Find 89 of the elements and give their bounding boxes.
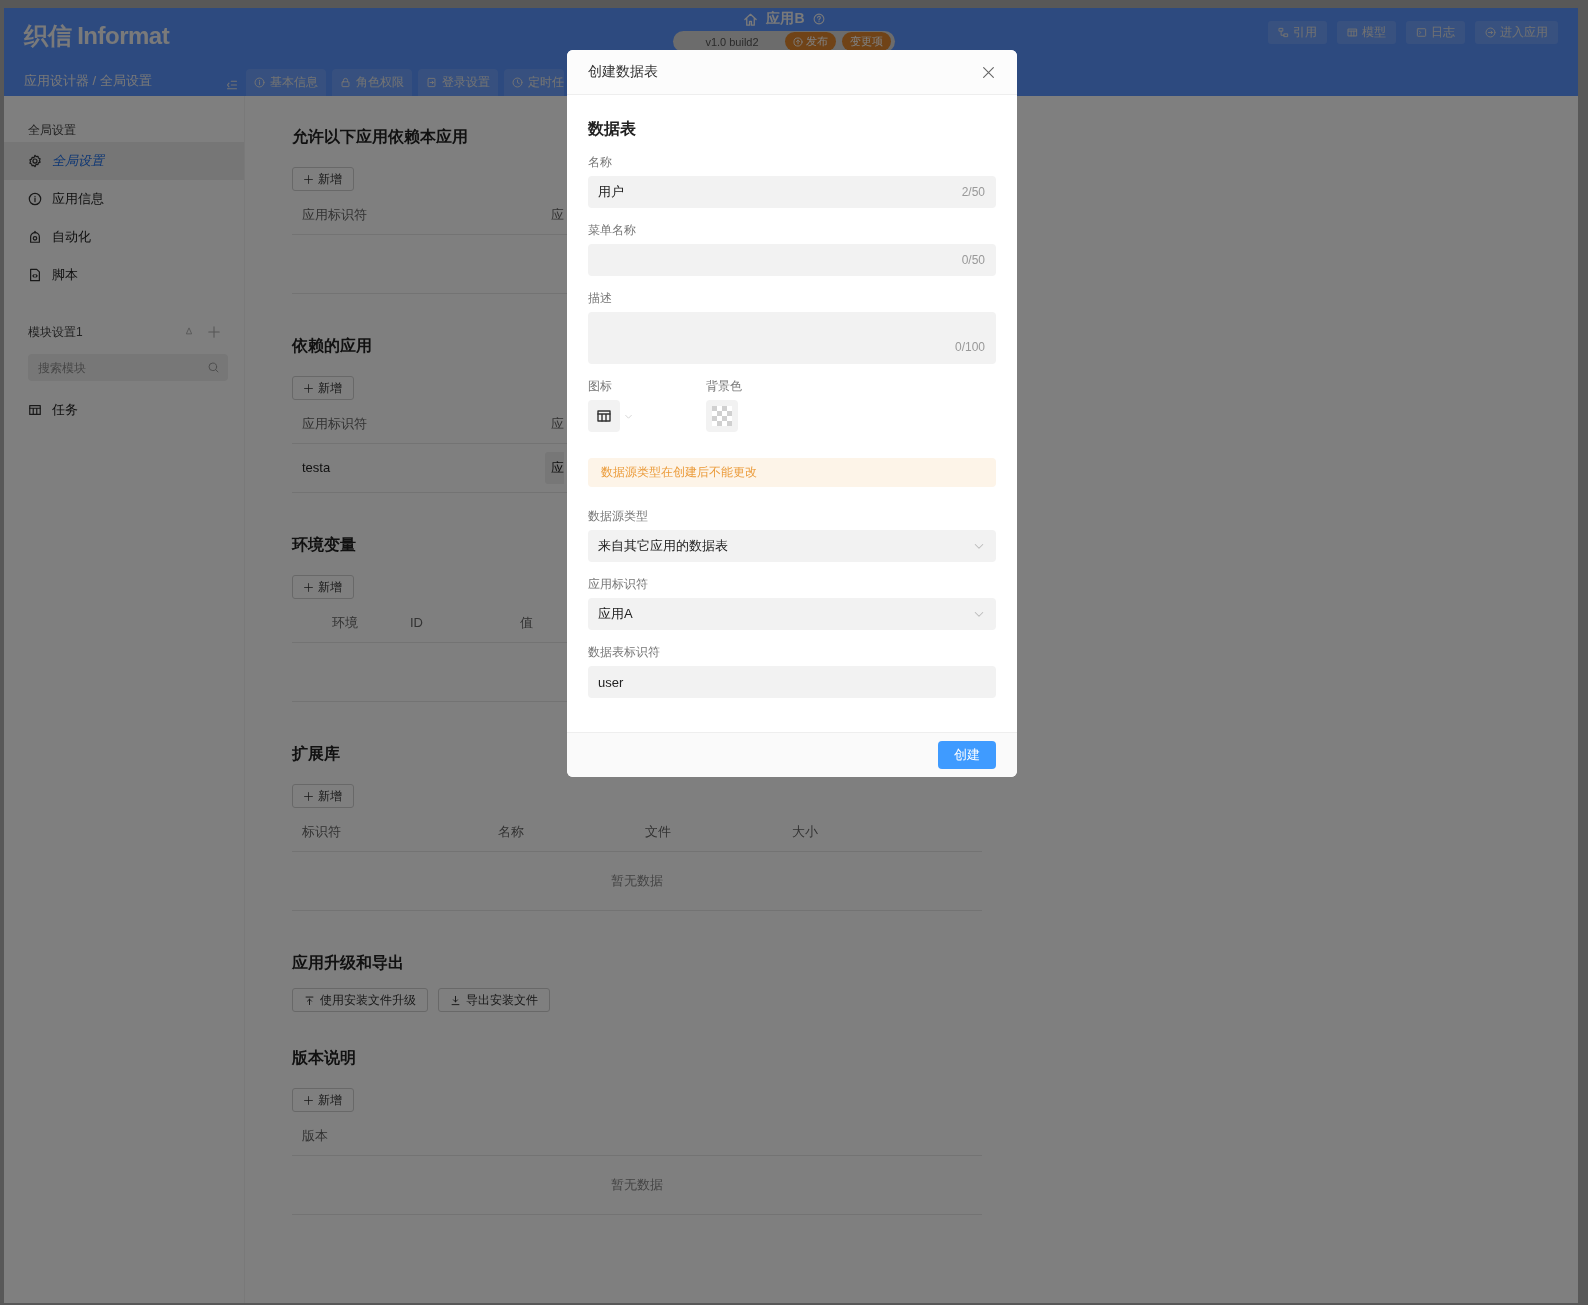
app-logo: 织信 Informat — [24, 21, 170, 51]
terminal-icon — [1416, 27, 1427, 38]
section-heading: 数据表 — [588, 119, 637, 139]
section-title: 依赖的应用 — [292, 336, 372, 356]
section-title: 应用升级和导出 — [292, 953, 404, 973]
create-button[interactable]: 创建 — [938, 741, 996, 769]
table-icon — [1347, 27, 1358, 38]
column-header: 值 — [520, 614, 533, 632]
plus-icon — [304, 582, 313, 592]
column-header: 应用标识符 — [302, 206, 367, 224]
text-field[interactable]: user — [588, 666, 996, 698]
section-title: 环境变量 — [292, 535, 356, 555]
field-label: 描述 — [588, 290, 613, 307]
field-label: 名称 — [588, 154, 613, 171]
upload-cloud-icon — [792, 36, 803, 47]
character-counter: 0/100 — [954, 340, 985, 354]
close-button[interactable] — [982, 65, 995, 79]
section-title: 全局设置 — [28, 121, 76, 139]
field-label: 应用标识符 — [588, 576, 649, 593]
add-button[interactable]: 新增 — [292, 575, 354, 599]
sidebar-item[interactable]: 脚本 — [4, 256, 244, 294]
select-field[interactable]: 来自其它应用的数据表 — [588, 530, 996, 562]
app-name: 应用B — [766, 10, 805, 28]
icon-picker[interactable] — [588, 400, 620, 432]
column-header: ID — [410, 614, 423, 632]
plus-icon — [304, 791, 313, 801]
breadcrumb: 应用设计器 / 全局设置 — [24, 72, 152, 90]
text-area[interactable]: 0/100 — [588, 312, 996, 364]
character-counter: 2/50 — [961, 185, 985, 199]
action-button[interactable]: 导出安装文件 — [438, 988, 550, 1012]
clock-icon — [512, 77, 523, 88]
plus-icon — [304, 383, 313, 393]
table-icon — [28, 403, 42, 417]
select-field[interactable]: 应用A — [588, 598, 996, 630]
arrow-circle-icon — [1485, 27, 1496, 38]
table-cell-text: testa — [302, 459, 331, 477]
info-icon — [254, 77, 265, 88]
dialog-title: 创建数据表 — [588, 63, 658, 81]
sidebar-item[interactable]: 任务 — [4, 391, 244, 429]
text-field[interactable]: 用户 2/50 — [588, 176, 996, 208]
upload-icon — [304, 994, 315, 1006]
column-header: 大小 — [792, 823, 818, 841]
text-field[interactable]: 0/50 — [588, 244, 996, 276]
column-header: 版本 — [302, 1127, 328, 1145]
column-header: 应用标识符 — [302, 415, 367, 433]
column-header: 应 — [551, 206, 564, 224]
sidebar-item[interactable]: 全局设置 — [4, 142, 244, 180]
field-label: 数据表标识符 — [588, 644, 661, 661]
settings-icon — [28, 154, 42, 168]
download-icon — [450, 994, 461, 1006]
add-button[interactable]: 新增 — [292, 1088, 354, 1112]
home-icon — [743, 11, 759, 27]
color-picker[interactable] — [706, 400, 738, 432]
sidebar-item[interactable]: 自动化 — [4, 218, 244, 256]
add-button[interactable]: 新增 — [292, 784, 354, 808]
column-header: 应 — [551, 415, 564, 433]
table-cell: 应 — [545, 452, 564, 484]
login-icon — [426, 77, 437, 88]
add-button[interactable]: 新增 — [292, 167, 354, 191]
column-header: 标识符 — [302, 823, 341, 841]
lock-icon — [340, 77, 351, 88]
info-icon — [28, 192, 42, 206]
table-icon — [596, 408, 612, 424]
field-label: 背景色 — [706, 378, 742, 395]
column-header: 文件 — [645, 823, 671, 841]
field-label: 图标 — [588, 378, 613, 395]
help-icon — [812, 13, 825, 25]
section-title: 版本说明 — [292, 1048, 356, 1068]
column-header: 环境 — [332, 614, 358, 632]
search-icon — [208, 362, 219, 373]
character-counter: 0/50 — [961, 253, 985, 267]
plus-icon — [304, 174, 313, 184]
add-button[interactable]: 新增 — [292, 376, 354, 400]
code-file-icon — [28, 268, 42, 282]
section-title: 模块设置1 — [28, 323, 83, 341]
field-label: 数据源类型 — [588, 508, 649, 525]
section-title: 允许以下应用依赖本应用 — [292, 127, 468, 147]
robot-icon — [28, 230, 42, 244]
field-label: 菜单名称 — [588, 222, 637, 239]
warning-alert: 数据源类型在创建后不能更改 — [588, 458, 996, 487]
column-header: 名称 — [498, 823, 524, 841]
add-icon[interactable] — [208, 326, 220, 338]
action-button[interactable]: 使用安装文件升级 — [292, 988, 428, 1012]
collapse-icon[interactable] — [226, 79, 238, 91]
plus-icon — [304, 1095, 313, 1105]
sidebar-item[interactable]: 应用信息 — [4, 180, 244, 218]
hierarchy-icon — [1278, 27, 1289, 38]
version-label: v1.0 build2 — [705, 35, 759, 48]
section-title: 扩展库 — [292, 744, 340, 764]
